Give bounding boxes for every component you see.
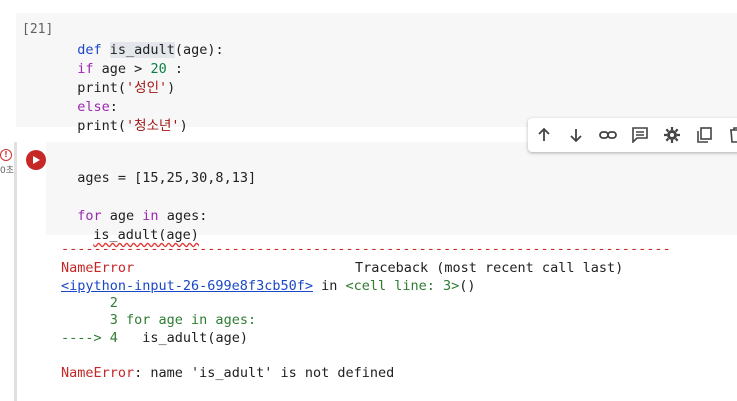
gear-icon xyxy=(664,127,680,143)
error-name: NameError xyxy=(61,365,135,381)
play-icon xyxy=(33,156,40,164)
traceback-label: Traceback (most recent call last) xyxy=(355,260,624,276)
cell-toolbar xyxy=(528,118,737,152)
code-line-1: ages = [15,25,30,8,13] xyxy=(61,150,256,188)
code-text: for age in ages: xyxy=(126,312,257,328)
traceback-divider: ----------------------------------------… xyxy=(61,241,671,257)
function-call: print xyxy=(77,118,118,134)
string-literal: '청소년' xyxy=(126,118,180,134)
code-text: ages = [15,25,30,8,13] xyxy=(77,170,257,186)
traceback-header: NameError Traceback (most recent call las… xyxy=(61,260,623,278)
code-text: ( xyxy=(117,80,127,96)
move-down-button[interactable] xyxy=(566,125,586,145)
traceback-location: <ipython-input-26-699e8f3cb50f> in <cell… xyxy=(61,278,476,296)
link-icon xyxy=(599,131,617,139)
execution-time: 0초 xyxy=(0,166,15,176)
code-text: ) xyxy=(179,118,188,134)
traceback-line-4: ----> 4 is_adult(age) xyxy=(61,330,248,348)
error-message: NameError: name 'is_adult' is not define… xyxy=(61,365,394,383)
error-arrow: ----> 4 xyxy=(61,330,118,346)
code-text: ) xyxy=(167,80,176,96)
settings-button[interactable] xyxy=(662,125,682,145)
cell-focus-bar xyxy=(14,142,17,401)
line-number: 3 xyxy=(61,312,127,328)
arrow-down-icon xyxy=(570,129,582,143)
add-comment-button[interactable] xyxy=(630,125,650,145)
traceback-line-2: 2 xyxy=(61,295,118,311)
string-literal: '성인' xyxy=(126,80,168,96)
traceback-line-3: 3 for age in ages: xyxy=(61,312,256,330)
code-text: ( xyxy=(117,118,127,134)
run-cell-button[interactable] xyxy=(26,150,46,170)
arrow-up-icon xyxy=(538,127,550,141)
error-text: : name 'is_adult' is not defined xyxy=(134,365,395,381)
mirror-cell-icon xyxy=(697,127,712,143)
code-line-4: is_adult(age) xyxy=(77,207,199,245)
copy-link-button[interactable] xyxy=(598,125,618,145)
comment-icon xyxy=(632,127,648,143)
code-text: is_adult(age) xyxy=(117,330,248,346)
cell-line-ref: <cell line: 3> xyxy=(345,278,460,294)
ipython-input-link[interactable]: <ipython-input-26-699e8f3cb50f> xyxy=(61,278,313,294)
delete-cell-button[interactable] xyxy=(726,125,737,145)
cell-execution-count: [21] xyxy=(22,22,54,37)
move-up-button[interactable] xyxy=(534,125,554,145)
delete-icon xyxy=(730,127,737,143)
error-name: NameError xyxy=(61,260,135,276)
mirror-cell-button[interactable] xyxy=(694,125,714,145)
error-status-icon: ! xyxy=(0,149,12,161)
code-text: in xyxy=(312,278,346,294)
code-text: () xyxy=(459,278,476,294)
code-line-5: print('청소년') xyxy=(61,98,188,136)
